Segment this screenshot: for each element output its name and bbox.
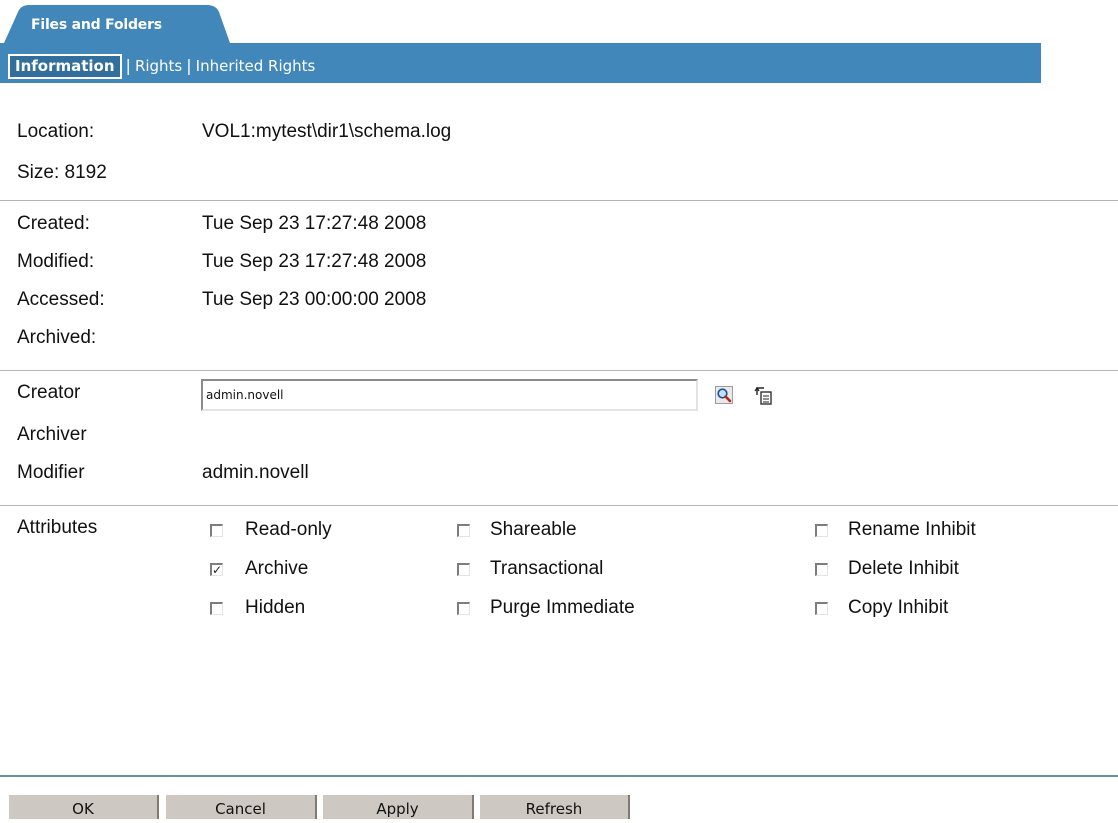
apply-button[interactable]: Apply xyxy=(323,795,474,819)
shareable-checkbox[interactable] xyxy=(457,524,470,537)
subnav-separator: | xyxy=(186,56,192,75)
creator-input[interactable] xyxy=(201,379,698,411)
creator-label: Creator xyxy=(17,382,81,403)
divider xyxy=(0,370,1118,371)
archive-label: Archive xyxy=(245,558,309,579)
location-value: VOL1:mytest\dir1\schema.log xyxy=(202,121,452,142)
divider xyxy=(0,505,1118,506)
subnav-separator: | xyxy=(125,56,131,75)
tab-files-and-folders[interactable]: Files and Folders xyxy=(4,5,230,43)
divider xyxy=(0,200,1118,201)
hidden-checkbox[interactable] xyxy=(210,602,223,615)
purge-immediate-checkbox[interactable] xyxy=(457,602,470,615)
archiver-label: Archiver xyxy=(17,424,87,445)
archived-label: Archived: xyxy=(17,327,97,348)
modified-value: Tue Sep 23 17:27:48 2008 xyxy=(202,251,427,272)
delete-inhibit-label: Delete Inhibit xyxy=(848,558,959,579)
ok-button[interactable]: OK xyxy=(9,795,159,819)
subnav-item-information[interactable]: Information xyxy=(8,54,122,79)
refresh-button[interactable]: Refresh xyxy=(480,795,630,819)
tab-label: Files and Folders xyxy=(31,17,162,33)
size-label: Size: 8192 xyxy=(17,162,107,183)
transactional-label: Transactional xyxy=(490,558,604,579)
read-only-label: Read-only xyxy=(245,519,332,540)
created-label: Created: xyxy=(17,213,90,234)
attributes-label: Attributes xyxy=(17,517,98,538)
transactional-checkbox[interactable] xyxy=(457,563,470,576)
accessed-value: Tue Sep 23 00:00:00 2008 xyxy=(202,289,427,310)
hidden-label: Hidden xyxy=(245,597,306,618)
subnav-item-rights[interactable]: Rights xyxy=(135,57,182,75)
read-only-checkbox[interactable] xyxy=(210,524,223,537)
rename-inhibit-checkbox[interactable] xyxy=(815,524,828,537)
copy-inhibit-label: Copy Inhibit xyxy=(848,597,949,618)
purge-immediate-label: Purge Immediate xyxy=(490,597,635,618)
cancel-button[interactable]: Cancel xyxy=(166,795,317,819)
archive-checkbox[interactable]: ✓ xyxy=(210,563,223,576)
modifier-label: Modifier xyxy=(17,462,85,483)
copy-inhibit-checkbox[interactable] xyxy=(815,602,828,615)
rename-inhibit-label: Rename Inhibit xyxy=(848,519,976,540)
modifier-value: admin.novell xyxy=(202,462,309,483)
accessed-label: Accessed: xyxy=(17,289,105,310)
footer-divider xyxy=(0,775,1118,777)
delete-inhibit-checkbox[interactable] xyxy=(815,563,828,576)
object-history-icon[interactable] xyxy=(754,386,772,405)
location-label: Location: xyxy=(17,121,95,142)
sub-navigation-bar: Information | Rights | Inherited Rights xyxy=(0,43,1041,83)
modified-label: Modified: xyxy=(17,251,95,272)
shareable-label: Shareable xyxy=(490,519,577,540)
subnav-item-inherited-rights[interactable]: Inherited Rights xyxy=(196,57,316,75)
created-value: Tue Sep 23 17:27:48 2008 xyxy=(202,213,427,234)
search-icon[interactable] xyxy=(715,386,733,404)
